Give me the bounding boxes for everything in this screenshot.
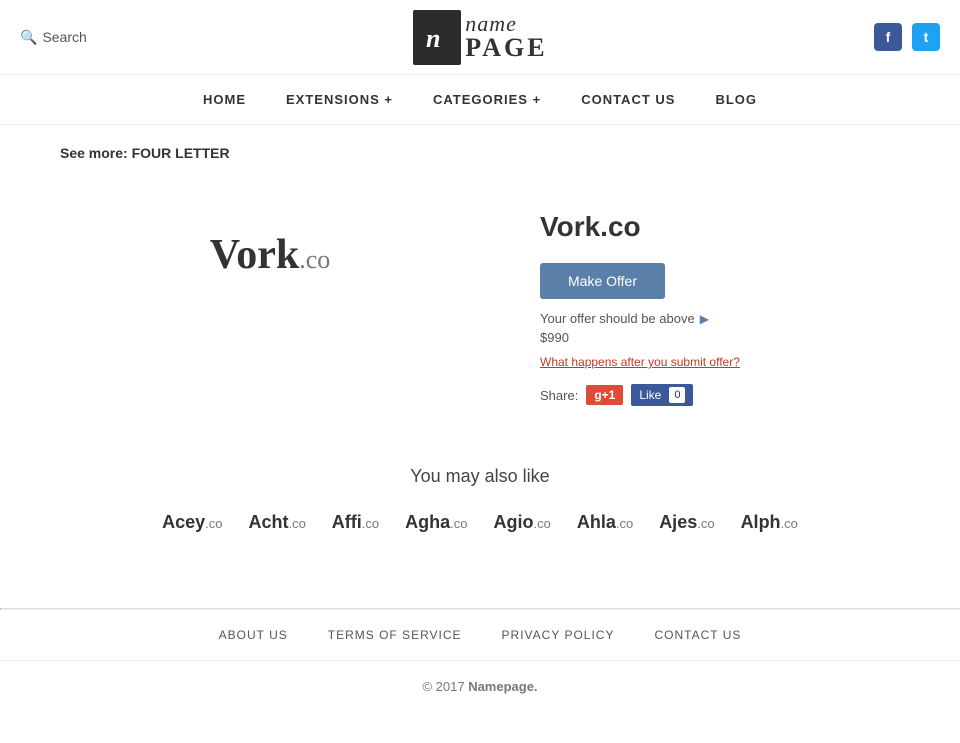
- fb-like-label: Like: [639, 388, 661, 402]
- domain-name: Affi: [332, 512, 362, 532]
- list-item[interactable]: Ajes.co: [651, 507, 722, 538]
- offer-hint-text: Your offer should be above ▶: [540, 311, 900, 326]
- domain-section: Vork.co Vork.co Make Offer Your offer sh…: [60, 181, 900, 446]
- offer-price: $990: [540, 330, 900, 345]
- domain-name: Ajes: [659, 512, 697, 532]
- nav-contact[interactable]: CONTACT US: [581, 87, 675, 112]
- nav-extensions[interactable]: EXTENSIONS +: [286, 87, 393, 112]
- footer-terms[interactable]: TERMS OF SERVICE: [328, 628, 462, 642]
- site-logo[interactable]: n name PAGE: [413, 10, 547, 65]
- domain-title: Vork.co: [540, 211, 900, 243]
- domain-logo-area: Vork.co: [60, 201, 480, 309]
- list-item[interactable]: Agio.co: [485, 507, 558, 538]
- list-item[interactable]: Agha.co: [397, 507, 475, 538]
- offer-arrow-icon: ▶: [700, 312, 709, 326]
- what-happens-link[interactable]: What happens after you submit offer?: [540, 355, 900, 369]
- domain-tld: .co: [362, 516, 379, 531]
- four-letter-link[interactable]: FOUR LETTER: [132, 145, 230, 161]
- domain-tld: .co: [205, 516, 222, 531]
- footer-contact[interactable]: CONTACT US: [654, 628, 741, 642]
- footer-privacy[interactable]: PRIVACY POLICY: [502, 628, 615, 642]
- footer-copyright: © 2017 Namepage.: [0, 661, 960, 712]
- domain-logo-name: Vork: [210, 232, 299, 278]
- list-item[interactable]: Acht.co: [240, 507, 313, 538]
- search-button[interactable]: 🔍 Search: [20, 29, 87, 46]
- domain-logo-display: Vork.co: [210, 231, 331, 279]
- footer-nav: ABOUT US TERMS OF SERVICE PRIVACY POLICY…: [0, 610, 960, 661]
- gplus-button[interactable]: g+1: [586, 385, 623, 405]
- domain-name: Agio: [493, 512, 533, 532]
- see-more-breadcrumb: See more: FOUR LETTER: [60, 145, 900, 161]
- domain-logo-tld: .co: [299, 245, 330, 274]
- facebook-like-button[interactable]: Like 0: [631, 384, 693, 406]
- fb-like-count: 0: [669, 387, 685, 403]
- footer-about-us[interactable]: ABOUT US: [219, 628, 288, 642]
- header: 🔍 Search n name PAGE f t: [0, 0, 960, 75]
- main-content: See more: FOUR LETTER Vork.co Vork.co Ma…: [0, 125, 960, 608]
- list-item[interactable]: Ahla.co: [569, 507, 641, 538]
- domain-name: Alph: [741, 512, 781, 532]
- domain-name: Agha: [405, 512, 450, 532]
- footer: ABOUT US TERMS OF SERVICE PRIVACY POLICY…: [0, 610, 960, 712]
- facebook-link[interactable]: f: [874, 23, 902, 51]
- nav-categories[interactable]: CATEGORIES +: [433, 87, 541, 112]
- also-like-section: You may also like Acey.co Acht.co Affi.c…: [60, 466, 900, 578]
- share-label: Share:: [540, 388, 578, 403]
- domain-tld: .co: [450, 516, 467, 531]
- domain-tld: .co: [781, 516, 798, 531]
- domain-info-panel: Vork.co Make Offer Your offer should be …: [540, 201, 900, 406]
- domain-name: Ahla: [577, 512, 616, 532]
- logo-icon: n: [413, 10, 461, 65]
- list-item[interactable]: Alph.co: [733, 507, 806, 538]
- search-label: Search: [42, 29, 86, 45]
- footer-brand-link[interactable]: Namepage.: [468, 679, 537, 694]
- domain-name: Acey: [162, 512, 205, 532]
- share-row: Share: g+1 Like 0: [540, 384, 900, 406]
- list-item[interactable]: Acey.co: [154, 507, 230, 538]
- social-links: f t: [874, 23, 940, 51]
- domain-tld: .co: [288, 516, 305, 531]
- nav-home[interactable]: HOME: [203, 87, 246, 112]
- twitter-link[interactable]: t: [912, 23, 940, 51]
- domain-tld: .co: [533, 516, 550, 531]
- make-offer-button[interactable]: Make Offer: [540, 263, 665, 299]
- similar-domains-list: Acey.co Acht.co Affi.co Agha.co Agio.co …: [60, 507, 900, 578]
- domain-name: Acht: [248, 512, 288, 532]
- domain-tld: .co: [697, 516, 714, 531]
- svg-text:n: n: [426, 24, 440, 53]
- main-nav: HOME EXTENSIONS + CATEGORIES + CONTACT U…: [0, 75, 960, 125]
- domain-tld: .co: [616, 516, 633, 531]
- also-like-title: You may also like: [60, 466, 900, 487]
- nav-blog[interactable]: BLOG: [715, 87, 757, 112]
- search-icon: 🔍: [20, 29, 37, 46]
- logo-text: name PAGE: [465, 13, 547, 61]
- list-item[interactable]: Affi.co: [324, 507, 387, 538]
